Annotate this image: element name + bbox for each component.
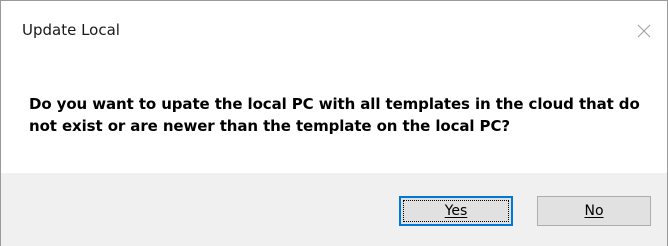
yes-button[interactable]: Yes xyxy=(399,196,513,226)
close-icon xyxy=(637,24,651,38)
button-bar: Yes No xyxy=(1,173,667,246)
title-bar[interactable]: Update Local xyxy=(1,1,667,61)
dialog-title: Update Local xyxy=(22,21,120,39)
no-button-label: No xyxy=(584,203,604,219)
no-button[interactable]: No xyxy=(537,196,651,226)
dialog-message: Do you want to upate the local PC with a… xyxy=(29,95,640,135)
message-dialog: Update Local Do you want to upate the lo… xyxy=(0,0,668,246)
message-area: Do you want to upate the local PC with a… xyxy=(1,61,667,173)
yes-button-label: Yes xyxy=(444,203,468,219)
close-button[interactable] xyxy=(621,1,667,61)
